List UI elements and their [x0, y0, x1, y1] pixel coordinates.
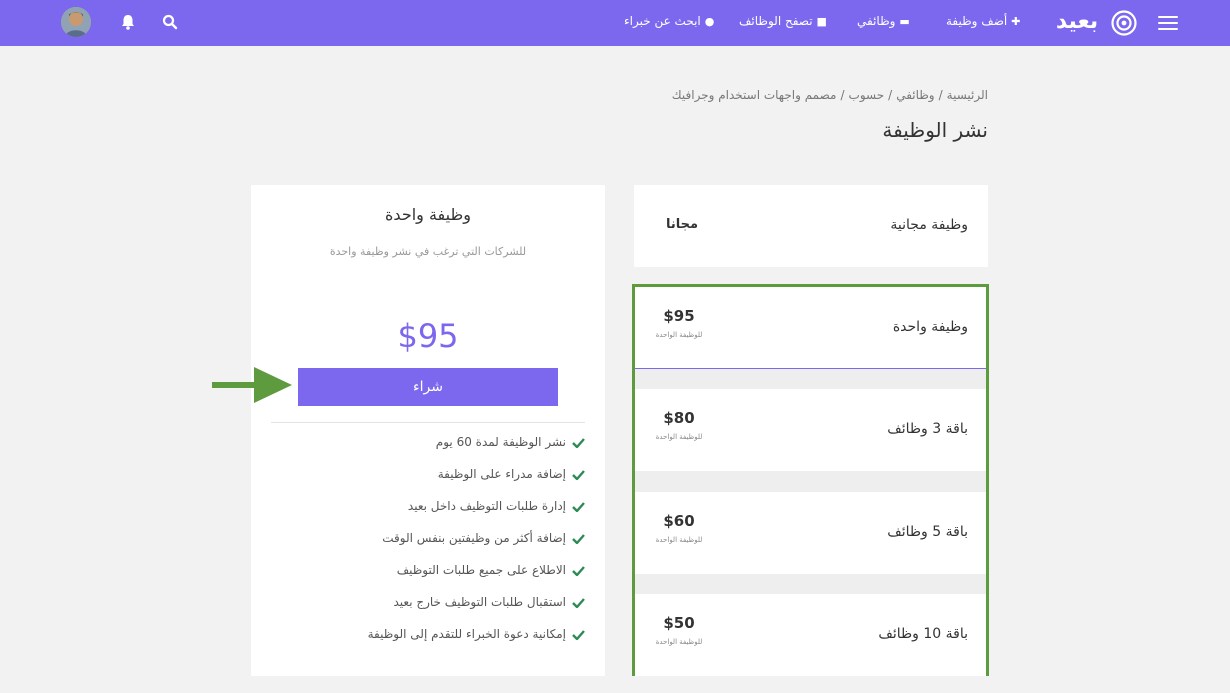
breadcrumb: الرئيسية/وظائفي/حسوب/مصمم واجهات استخدام… — [671, 88, 988, 102]
plan-price: $50 — [663, 614, 695, 632]
plan-price-unit: للوظيفة الواحدة — [655, 433, 703, 441]
plan-price-block: $50 للوظيفة الواحدة — [649, 614, 709, 646]
feature-label: استقبال طلبات التوظيف خارج بعيد — [393, 595, 567, 609]
plan-label: وظيفة مجانية — [890, 217, 968, 233]
annotation-arrow-icon — [212, 367, 292, 403]
plan-price: $95 — [663, 307, 695, 325]
nav-find-experts-label: ابحث عن خبراء — [624, 14, 701, 28]
feature-label: إمكانية دعوة الخبراء للتقدم إلى الوظيفة — [367, 627, 566, 641]
feature-item: استقبال طلبات التوظيف خارج بعيد — [265, 595, 585, 627]
plan-option-free[interactable]: وظيفة مجانية مجانا — [634, 185, 988, 267]
check-icon — [572, 533, 585, 544]
plan-price-block: $80 للوظيفة الواحدة — [649, 409, 709, 441]
nav-my-jobs[interactable]: ▬وظائفي — [857, 14, 910, 28]
plus-icon: ✚ — [1011, 15, 1021, 28]
plan-detail-card: وظيفة واحدة للشركات التي ترغب في نشر وظي… — [251, 185, 605, 676]
feature-label: إضافة مدراء على الوظيفة — [437, 467, 566, 481]
plan-detail-subtitle: للشركات التي ترغب في نشر وظيفة واحدة — [329, 245, 527, 258]
logo[interactable]: بعيد — [1045, 8, 1140, 40]
plan-price-block: $95 للوظيفة الواحدة — [649, 307, 709, 339]
paid-plans-group: وظيفة واحدة $95 للوظيفة الواحدة باقة 3 و… — [632, 284, 989, 676]
check-icon — [572, 597, 585, 608]
breadcrumb-home[interactable]: الرئيسية — [947, 88, 988, 102]
feature-label: نشر الوظيفة لمدة 60 يوم — [435, 435, 566, 449]
feature-item: إضافة أكثر من وظيفتين بنفس الوقت — [265, 531, 585, 563]
nav-my-jobs-label: وظائفي — [857, 14, 896, 28]
search-icon[interactable] — [162, 14, 178, 30]
check-icon — [572, 565, 585, 576]
feature-item: الاطلاع على جميع طلبات التوظيف — [265, 563, 585, 595]
plan-price-block: $60 للوظيفة الواحدة — [649, 512, 709, 544]
logo-text: بعيد — [1055, 9, 1099, 34]
nav-add-job[interactable]: ✚أضف وظيفة — [946, 14, 1020, 28]
plan-price-unit: للوظيفة الواحدة — [655, 536, 703, 544]
users-icon: ● — [704, 15, 715, 28]
nav-browse-jobs-label: تصفح الوظائف — [739, 14, 813, 28]
plan-option-5-jobs[interactable]: باقة 5 وظائف $60 للوظيفة الواحدة — [635, 492, 986, 574]
avatar[interactable] — [61, 7, 91, 37]
plan-price: $60 — [663, 512, 695, 530]
logo-mark-icon — [1111, 10, 1137, 36]
page-title: نشر الوظيفة — [882, 118, 988, 142]
feature-list: نشر الوظيفة لمدة 60 يوم إضافة مدراء على … — [265, 435, 585, 659]
briefcase-icon: ■ — [816, 15, 827, 28]
plan-label: باقة 10 وظائف — [878, 626, 968, 642]
breadcrumb-company[interactable]: حسوب — [849, 88, 885, 102]
plan-option-3-jobs[interactable]: باقة 3 وظائف $80 للوظيفة الواحدة — [635, 389, 986, 471]
check-icon — [572, 629, 585, 640]
plan-option-single[interactable]: وظيفة واحدة $95 للوظيفة الواحدة — [635, 287, 986, 369]
plan-label: باقة 3 وظائف — [887, 421, 968, 437]
divider — [271, 422, 585, 423]
feature-item: إمكانية دعوة الخبراء للتقدم إلى الوظيفة — [265, 627, 585, 659]
plan-option-10-jobs[interactable]: باقة 10 وظائف $50 للوظيفة الواحدة — [635, 594, 986, 676]
plan-price: مجانا — [666, 217, 699, 232]
nav-browse-jobs[interactable]: ■تصفح الوظائف — [739, 14, 827, 28]
check-icon — [572, 469, 585, 480]
plan-detail-price: $95 — [397, 317, 459, 355]
plan-label: باقة 5 وظائف — [887, 524, 968, 540]
nav-find-experts[interactable]: ●ابحث عن خبراء — [624, 14, 714, 28]
plan-detail-title: وظيفة واحدة — [385, 205, 471, 224]
breadcrumb-my-jobs[interactable]: وظائفي — [896, 88, 934, 102]
check-icon — [572, 501, 585, 512]
feature-item: إدارة طلبات التوظيف داخل بعيد — [265, 499, 585, 531]
feature-label: إدارة طلبات التوظيف داخل بعيد — [407, 499, 566, 513]
feature-item: نشر الوظيفة لمدة 60 يوم — [265, 435, 585, 467]
check-icon — [572, 437, 585, 448]
nav-add-job-label: أضف وظيفة — [946, 14, 1008, 28]
hamburger-menu-icon[interactable] — [1158, 15, 1178, 31]
feature-label: إضافة أكثر من وظيفتين بنفس الوقت — [382, 531, 566, 545]
feature-label: الاطلاع على جميع طلبات التوظيف — [396, 563, 566, 577]
buy-button[interactable]: شراء — [298, 368, 558, 406]
plan-price: $80 — [663, 409, 695, 427]
plan-price-unit: للوظيفة الواحدة — [655, 331, 703, 339]
plan-label: وظيفة واحدة — [892, 319, 968, 335]
breadcrumb-job[interactable]: مصمم واجهات استخدام وجرافيك — [672, 88, 837, 102]
feature-item: إضافة مدراء على الوظيفة — [265, 467, 585, 499]
bell-icon[interactable] — [120, 13, 136, 31]
top-navbar: بعيد ✚أضف وظيفة ▬وظائفي ■تصفح الوظائف ●ا… — [0, 0, 1230, 46]
folder-icon: ▬ — [899, 15, 910, 28]
plan-price-unit: للوظيفة الواحدة — [655, 638, 703, 646]
